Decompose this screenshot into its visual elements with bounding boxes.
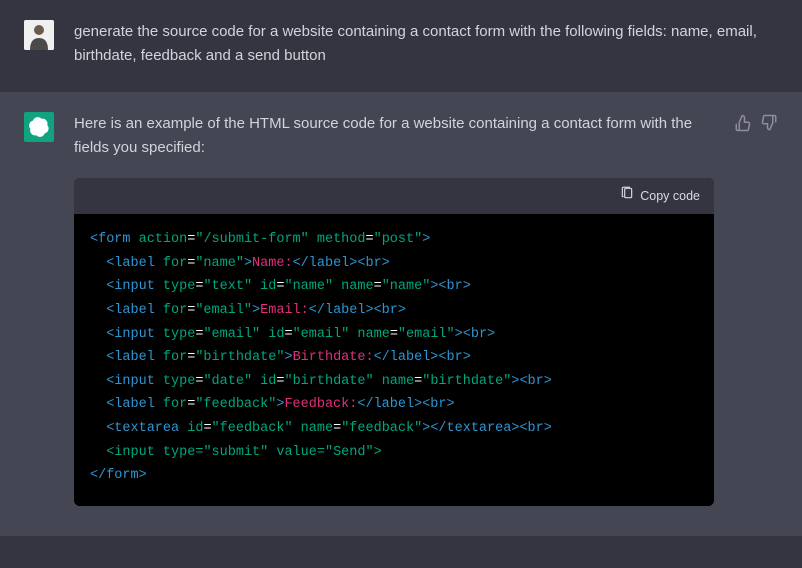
code-body[interactable]: <form action="/submit-form" method="post… bbox=[74, 214, 714, 506]
assistant-message-row: Here is an example of the HTML source co… bbox=[0, 92, 802, 536]
copy-code-label: Copy code bbox=[640, 186, 700, 206]
thumbs-down-icon[interactable] bbox=[760, 114, 778, 132]
message-actions bbox=[734, 112, 778, 506]
user-message-text: generate the source code for a website c… bbox=[74, 20, 778, 68]
clipboard-icon bbox=[620, 186, 634, 206]
user-avatar bbox=[24, 20, 54, 50]
code-block: Copy code <form action="/submit-form" me… bbox=[74, 178, 714, 506]
code-block-header: Copy code bbox=[74, 178, 714, 214]
assistant-intro-text: Here is an example of the HTML source co… bbox=[74, 112, 714, 160]
assistant-avatar bbox=[24, 112, 54, 142]
copy-code-button[interactable]: Copy code bbox=[620, 186, 700, 206]
user-message-row: generate the source code for a website c… bbox=[0, 0, 802, 92]
thumbs-up-icon[interactable] bbox=[734, 114, 752, 132]
